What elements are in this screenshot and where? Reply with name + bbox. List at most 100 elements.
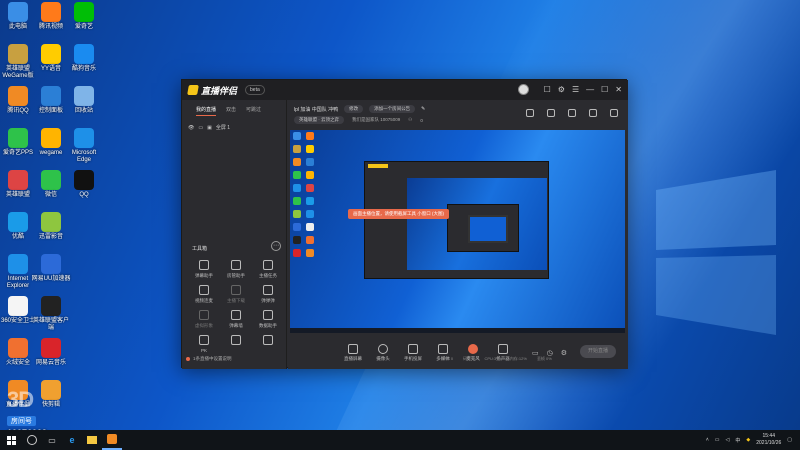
tray-app-icon[interactable]: ◆ (746, 437, 750, 443)
tool-item[interactable] (252, 335, 284, 353)
start-live-button[interactable]: 开始直播 (580, 345, 616, 358)
preview-icon (306, 145, 314, 153)
preview-icon (293, 236, 301, 244)
desktop-icon[interactable]: 爱奇艺 (64, 2, 104, 31)
preview-icon (293, 210, 301, 218)
pen-icon[interactable]: ✎ (421, 106, 425, 112)
lock-icon[interactable]: ▭ (198, 125, 203, 131)
tool-item[interactable]: 主播任务 (252, 260, 284, 279)
desktop-icon[interactable]: 迅雷影音 (31, 212, 71, 241)
desktop-icon-label: QQ (79, 192, 89, 198)
explorer-taskbar-button[interactable] (82, 430, 102, 450)
feedback-icon[interactable]: ☐ (544, 85, 551, 94)
avatar[interactable] (517, 84, 529, 95)
desktop-icon[interactable]: Microsoft Edge (64, 128, 104, 164)
tab-skip[interactable]: 可跳过 (246, 106, 261, 116)
preview-nested-window (447, 204, 519, 252)
camera-button[interactable]: 摄像头 (368, 343, 398, 362)
desktop-icon[interactable]: 回收站 (64, 86, 104, 115)
volume-icon[interactable]: ◁ (726, 437, 730, 443)
preview-icon (306, 171, 314, 179)
desktop-icon-label: 网易UU加速器 (31, 276, 71, 282)
start-button[interactable] (0, 430, 22, 450)
phone-cast-button[interactable]: 手机投屏 (398, 343, 428, 362)
clock[interactable]: 15:44 2021/10/26 (756, 433, 781, 447)
tool-icon (263, 260, 273, 270)
input-lang[interactable]: 中 (735, 437, 740, 444)
tool-item[interactable]: 虚拟形象 (188, 310, 220, 329)
preview-nested-desktop (407, 178, 547, 270)
source-toolbar: 直播屏幕 摄像头 手机投屏 多媒体 麦克风 扬声器 ▭ ◷ ⚙ 开始直播 (288, 336, 628, 369)
preview-icon (293, 132, 301, 140)
desktop-app-icon (41, 212, 61, 232)
desktop-icon[interactable]: 网易UU加速器 (31, 254, 71, 283)
tool-icon (199, 285, 209, 295)
room-notice-button[interactable]: 添加一个房间公告 (369, 105, 416, 113)
live-preview[interactable]: 画面主播位置，请使用截屏工具 小窗口 (大图) (290, 130, 625, 333)
desktop-icon[interactable]: 网易云音乐 (31, 338, 71, 367)
tool-label: 视频连麦 (195, 298, 213, 303)
screen-capture-button[interactable]: 直播屏幕 (338, 343, 368, 362)
share-icon[interactable] (610, 109, 618, 117)
scene-item[interactable]: 👁 ▭ ▣ 全屏 1 (182, 116, 286, 132)
preview-icon (293, 249, 301, 257)
tool-label: 房管助手 (227, 273, 245, 278)
preview-icon (306, 132, 314, 140)
windows-icon (6, 435, 16, 445)
tool-item[interactable]: 弹弹弹 (252, 285, 284, 304)
title-bar[interactable]: 直播伴侣 beta ☐ ⚙ ☰ — ☐ ✕ (182, 80, 628, 100)
edit-room-button[interactable]: 修改 (344, 105, 364, 113)
toolbox-title: 工具箱 (192, 246, 208, 252)
live-assistant-taskbar-button[interactable] (102, 430, 122, 450)
desktop-icon[interactable]: 酷狗音乐 (64, 44, 104, 73)
maximize-button[interactable]: ☐ (601, 85, 608, 94)
preview-taskbar (290, 328, 625, 333)
network-icon[interactable]: ▭ (715, 437, 720, 443)
desktop-app-icon (41, 296, 61, 316)
speaker-icon (498, 343, 508, 354)
room-subheader: 英雄联盟 · 云顶之弈 我们是国家队 10075009 ⚇ 0 (294, 116, 423, 124)
tool-item[interactable]: 弹幕墙 (220, 310, 252, 329)
tool-item[interactable] (220, 335, 252, 353)
desktop-icon[interactable]: QQ (64, 170, 104, 199)
eye-icon[interactable]: 👁 (188, 125, 194, 131)
tool-item[interactable]: 主播下载 (220, 285, 252, 304)
search-icon (27, 435, 37, 445)
minimize-button[interactable]: — (586, 85, 594, 94)
desktop-icon[interactable]: 英雄联盟客户端 (31, 296, 71, 332)
tool-icon (199, 310, 209, 320)
tool-label: 虚拟形象 (195, 323, 213, 328)
settings-icon[interactable]: ⚙ (558, 85, 565, 94)
edge-taskbar-button[interactable]: e (62, 430, 82, 450)
tab-double[interactable]: 双击 (226, 106, 236, 116)
tool-icon (231, 335, 241, 345)
camera-icon (378, 343, 388, 354)
left-panel: 我的直播 双击 可跳过 👁 ▭ ▣ 全屏 1 工具箱 ⋯ 弹幕助手 房管助手 主播任… (182, 100, 287, 369)
system-tray: ˄ ▭ ◁ 中 ◆ 15:44 2021/10/26 ▢ (706, 430, 792, 450)
camera-label: 摄像头 (376, 355, 390, 361)
close-button[interactable]: ✕ (615, 85, 622, 94)
notification-icon[interactable]: ▢ (787, 437, 792, 443)
watermark-tag: 房间号 (7, 416, 36, 426)
toolbox-more-icon[interactable]: ⋯ (271, 241, 281, 251)
bell-icon[interactable] (589, 109, 597, 117)
gift-icon[interactable] (568, 109, 576, 117)
menu-icon[interactable]: ☰ (572, 85, 579, 94)
share-screen-icon[interactable] (526, 109, 534, 117)
tool-icon (263, 335, 273, 345)
taskview-button[interactable]: ▭ (42, 430, 62, 450)
lock-icon[interactable] (547, 109, 555, 117)
tool-item[interactable]: PK (188, 335, 220, 353)
tool-label: PK (200, 348, 207, 353)
tab-my-live[interactable]: 我的直播 (196, 106, 217, 116)
left-footer[interactable]: 1条直播中设置说明 (186, 356, 232, 362)
tray-up-icon[interactable]: ˄ (706, 437, 709, 443)
tool-item[interactable]: 房管助手 (220, 260, 252, 279)
tool-item[interactable]: 数据助手 (252, 310, 284, 329)
search-button[interactable] (22, 430, 42, 450)
tool-item[interactable]: 视频连麦 (188, 285, 220, 304)
settings-gear-icon[interactable]: ⚙ (561, 349, 567, 357)
room-category[interactable]: 英雄联盟 · 云顶之弈 (294, 116, 344, 124)
desktop-app-icon (8, 212, 28, 232)
tool-item[interactable]: 弹幕助手 (188, 260, 220, 279)
